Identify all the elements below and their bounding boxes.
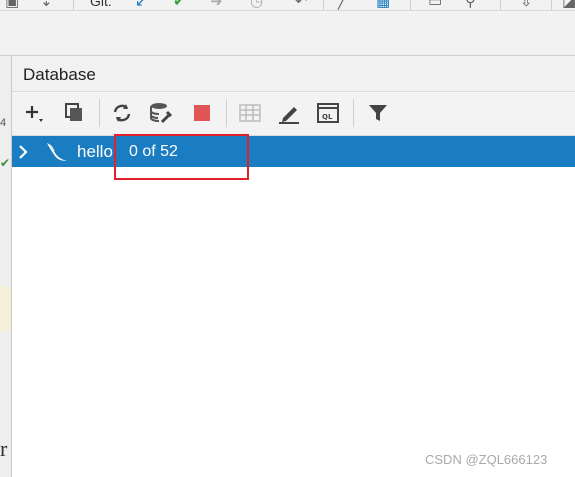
- ide-top-toolbar: ▣ ⇣ Git: ↙ ✔ ➜ ◷ ↶ ╱ ▦ ▭ ⚲ ⇩ ◪: [0, 0, 575, 11]
- gutter-digit: 4: [0, 117, 7, 129]
- watermark: CSDN @ZQL666123: [425, 452, 548, 467]
- database-tree: hello 0 of 52: [12, 136, 575, 477]
- toolbar-separator: [99, 99, 100, 127]
- refresh-icon[interactable]: [109, 100, 135, 126]
- history-icon[interactable]: ◷: [250, 0, 263, 10]
- vcs-label: Git:: [90, 0, 112, 9]
- expand-chevron-icon[interactable]: [18, 144, 30, 165]
- vcs-update-icon[interactable]: ↙: [135, 0, 148, 10]
- project-structure-icon[interactable]: ▦: [376, 0, 390, 10]
- vcs-push-icon[interactable]: ➜: [210, 0, 223, 10]
- highlight-annotation-box: [114, 134, 249, 180]
- sqlite-icon: [45, 142, 69, 167]
- database-toolbar: QL: [12, 92, 575, 136]
- filter-icon[interactable]: [365, 100, 391, 126]
- properties-icon[interactable]: [148, 100, 174, 126]
- toolbar-icon[interactable]: ▣: [5, 0, 19, 10]
- image-icon[interactable]: ▭: [428, 0, 442, 10]
- rollback-icon[interactable]: ↶: [295, 0, 308, 10]
- panel-title: Database: [23, 65, 96, 84]
- toolbar-area: [0, 11, 575, 56]
- stop-icon[interactable]: [189, 100, 215, 126]
- search-icon[interactable]: ⚲: [465, 0, 476, 10]
- check-icon: ✔: [0, 156, 11, 170]
- highlighted-line: [0, 286, 11, 332]
- table-icon[interactable]: [237, 100, 263, 126]
- toolbar-separator: [410, 0, 411, 10]
- editor-text-fragment: r: [0, 436, 8, 461]
- database-panel-header: Database: [12, 56, 575, 92]
- vcs-commit-icon[interactable]: ✔: [173, 0, 186, 10]
- console-icon[interactable]: QL: [315, 100, 341, 126]
- toolbar-icon[interactable]: ◪: [562, 0, 575, 10]
- toolbar-separator: [73, 0, 74, 10]
- tree-node-hello[interactable]: hello 0 of 52: [12, 136, 575, 167]
- toolbar-separator: [500, 0, 501, 10]
- toolbar-separator: [323, 0, 324, 10]
- toolbar-icon[interactable]: ⇣: [40, 0, 53, 10]
- tree-node-label: hello: [77, 142, 113, 161]
- edit-icon[interactable]: [276, 100, 302, 126]
- editor-gutter: 4 ✔ r: [0, 56, 12, 477]
- download-icon[interactable]: ⇩: [520, 0, 533, 10]
- svg-text:QL: QL: [322, 113, 333, 121]
- add-icon[interactable]: [23, 100, 49, 126]
- toolbar-separator: [551, 0, 552, 10]
- toolbar-separator: [226, 99, 227, 127]
- copy-icon[interactable]: [61, 100, 87, 126]
- toolbar-separator: [353, 99, 354, 127]
- wrench-icon[interactable]: ╱: [338, 0, 347, 10]
